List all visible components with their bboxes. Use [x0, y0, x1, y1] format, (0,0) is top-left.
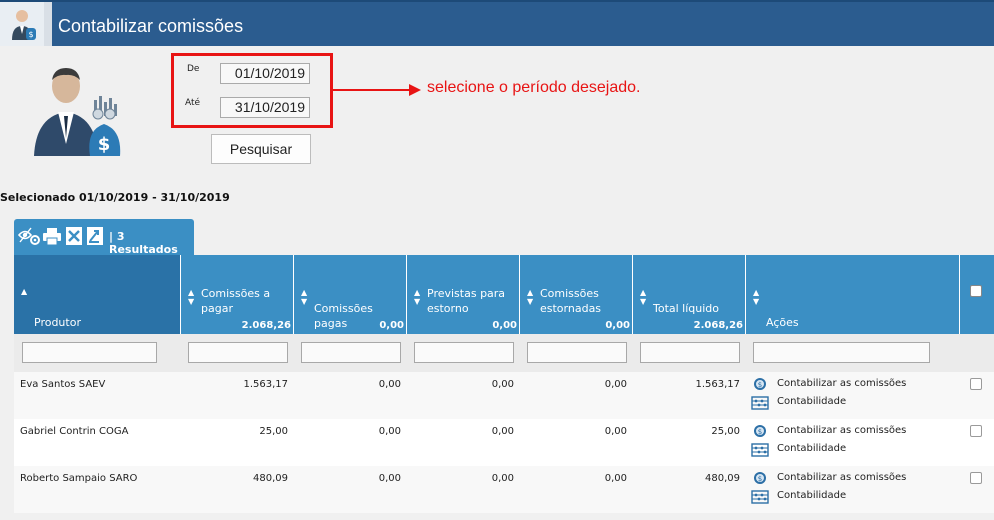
abacus-icon[interactable] — [751, 490, 769, 504]
cell-a-pagar: 480,09 — [253, 473, 288, 484]
filter-acoes-input[interactable] — [753, 342, 930, 363]
sort-icon: ▲ ▼ — [753, 288, 760, 306]
sort-asc-icon: ▲ — [21, 287, 28, 296]
row-checkbox[interactable] — [970, 378, 982, 390]
filter-estornadas-input[interactable] — [527, 342, 627, 363]
select-all-checkbox[interactable] — [970, 285, 982, 297]
annotation-arrow-head — [409, 84, 421, 96]
table-row: Eva Santos SAEV 1.563,17 0,00 0,00 0,00 … — [14, 372, 994, 419]
column-total: 0,00 — [492, 320, 517, 331]
column-header-comissoes-a-pagar[interactable]: ▲ ▼ Comissões a pagar 2.068,26 — [181, 255, 294, 334]
action-contabilizar-link[interactable]: Contabilizar as comissões — [777, 425, 906, 436]
coin-icon[interactable]: $ — [753, 377, 767, 391]
annotation-text: selecione o período desejado. — [427, 79, 641, 96]
abacus-icon[interactable] — [751, 396, 769, 410]
column-label: Comissões a pagar — [201, 287, 271, 315]
app-icon: $ — [0, 2, 44, 46]
window-title: Contabilizar comissões — [58, 16, 244, 36]
money-bag-user-icon: $ — [34, 66, 134, 158]
to-date-input[interactable]: 31/10/2019 — [220, 97, 310, 118]
sort-icon: ▲ ▼ — [527, 288, 534, 306]
column-label: Produtor — [34, 316, 81, 329]
column-header-produtor[interactable]: ▲ Produtor — [14, 255, 181, 334]
action-contabilidade-link[interactable]: Contabilidade — [777, 490, 846, 501]
cell-total: 1.563,17 — [695, 379, 740, 390]
annotation-arrow — [333, 89, 411, 91]
column-label: Previstas para estorno — [427, 287, 506, 315]
cell-pagas: 0,00 — [378, 473, 401, 484]
selected-period: Selecionado 01/10/2019 - 31/10/2019 — [0, 191, 230, 204]
settings-eye-icon[interactable] — [17, 226, 40, 246]
excel-icon[interactable] — [65, 226, 83, 246]
filter-a-pagar-input[interactable] — [188, 342, 288, 363]
table-row: Roberto Sampaio SARO 480,09 0,00 0,00 0,… — [14, 466, 994, 513]
search-button[interactable]: Pesquisar — [211, 134, 311, 164]
cell-pagas: 0,00 — [378, 379, 401, 390]
filter-produtor-input[interactable] — [22, 342, 157, 363]
cell-produtor: Gabriel Contrin COGA — [20, 426, 129, 437]
action-contabilidade-link[interactable]: Contabilidade — [777, 396, 846, 407]
column-header-acoes[interactable]: ▲ ▼ Ações — [746, 255, 960, 334]
svg-text:$: $ — [758, 428, 762, 436]
cell-estornadas: 0,00 — [604, 426, 627, 437]
svg-text:$: $ — [98, 134, 111, 155]
row-checkbox[interactable] — [970, 472, 982, 484]
action-contabilizar-link[interactable]: Contabilizar as comissões — [777, 472, 906, 483]
column-label: Ações — [766, 316, 799, 329]
cell-produtor: Roberto Sampaio SARO — [20, 473, 138, 484]
filter-row — [14, 334, 994, 372]
cell-previstas: 0,00 — [491, 473, 514, 484]
sort-icon: ▲ ▼ — [301, 288, 308, 306]
cell-total: 25,00 — [711, 426, 740, 437]
action-contabilizar-link[interactable]: Contabilizar as comissões — [777, 378, 906, 389]
svg-text:$: $ — [758, 381, 762, 389]
sort-icon: ▲ ▼ — [188, 288, 195, 306]
cell-estornadas: 0,00 — [604, 473, 627, 484]
svg-text:$: $ — [758, 475, 762, 483]
column-total: 2.068,26 — [693, 320, 743, 331]
cell-total: 480,09 — [705, 473, 740, 484]
export-icon[interactable] — [86, 226, 104, 246]
row-checkbox[interactable] — [970, 425, 982, 437]
filter-previstas-input[interactable] — [414, 342, 514, 363]
coin-icon[interactable]: $ — [753, 424, 767, 438]
column-header-comissoes-pagas[interactable]: ▲ ▼ Comissões pagas 0,00 — [294, 255, 407, 334]
filter-pagas-input[interactable] — [301, 342, 401, 363]
filter-total-input[interactable] — [640, 342, 740, 363]
column-header-total-liquido[interactable]: ▲ ▼ Total líquido 2.068,26 — [633, 255, 746, 334]
column-label: Total líquido — [653, 302, 720, 315]
svg-text:$: $ — [28, 30, 33, 39]
coin-icon[interactable]: $ — [753, 471, 767, 485]
action-contabilidade-link[interactable]: Contabilidade — [777, 443, 846, 454]
from-label: De — [187, 64, 200, 74]
column-label: Comissões estornadas — [540, 287, 602, 315]
column-header-comissoes-estornadas[interactable]: ▲ ▼ Comissões estornadas 0,00 — [520, 255, 633, 334]
sort-icon: ▲ ▼ — [640, 288, 647, 306]
results-toolbar: | 3 Resultados — [14, 219, 194, 256]
sort-icon: ▲ ▼ — [414, 288, 421, 306]
cell-a-pagar: 25,00 — [259, 426, 288, 437]
cell-estornadas: 0,00 — [604, 379, 627, 390]
column-total: 0,00 — [379, 320, 404, 331]
column-header-select — [960, 255, 994, 334]
results-count: | 3 Resultados — [109, 230, 178, 256]
to-label: Até — [185, 98, 201, 108]
table-row: Gabriel Contrin COGA 25,00 0,00 0,00 0,0… — [14, 419, 994, 466]
column-total: 0,00 — [605, 320, 630, 331]
cell-previstas: 0,00 — [491, 379, 514, 390]
cell-previstas: 0,00 — [491, 426, 514, 437]
cell-a-pagar: 1.563,17 — [243, 379, 288, 390]
title-bar: $ Contabilizar comissões — [0, 0, 994, 46]
column-total: 2.068,26 — [241, 320, 291, 331]
title-accent — [44, 2, 52, 46]
print-icon[interactable] — [42, 226, 61, 246]
cell-pagas: 0,00 — [378, 426, 401, 437]
column-header-previstas-estorno[interactable]: ▲ ▼ Previstas para estorno 0,00 — [407, 255, 520, 334]
abacus-icon[interactable] — [751, 443, 769, 457]
from-date-input[interactable]: 01/10/2019 — [220, 63, 310, 84]
cell-produtor: Eva Santos SAEV — [20, 379, 106, 390]
